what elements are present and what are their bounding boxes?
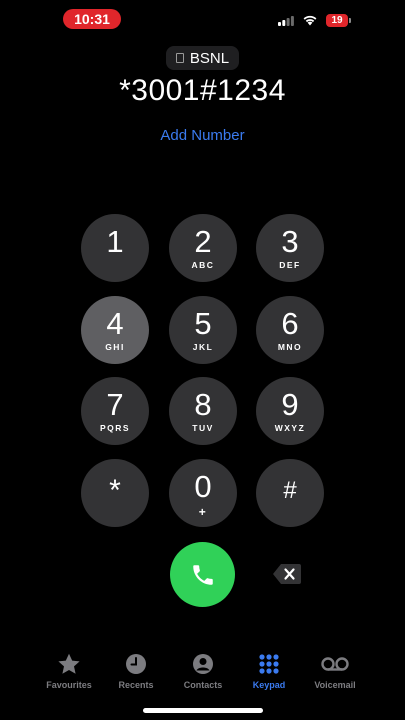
status-icons: 19	[278, 12, 351, 28]
key-letters: GHI	[105, 342, 125, 352]
key-letters: JKL	[192, 342, 214, 352]
tab-favourites[interactable]: Favourites	[34, 653, 104, 690]
key-2[interactable]: 2 ABC	[169, 214, 237, 282]
key-digit: 7	[106, 387, 124, 422]
battery-level: 19	[331, 14, 343, 26]
key-letters: WXYZ	[274, 423, 306, 433]
key-1[interactable]: 1	[81, 214, 149, 282]
key-digit: 2	[194, 224, 212, 259]
key-letters: DEF	[279, 260, 301, 270]
key-digit: 9	[281, 387, 299, 422]
voicemail-icon	[321, 657, 349, 671]
tab-label: Keypad	[252, 680, 286, 690]
key-digit: 5	[194, 306, 212, 341]
tab-keypad[interactable]: Keypad	[234, 653, 304, 690]
backspace-icon	[273, 564, 301, 584]
add-number-link[interactable]: Add Number	[0, 127, 405, 144]
key-letters: PQRS	[99, 423, 131, 433]
wifi-icon	[303, 15, 317, 26]
carrier-selector[interactable]: BSNL	[166, 46, 239, 70]
status-time: 10:31	[63, 9, 121, 29]
key-9[interactable]: 9 WXYZ	[256, 377, 324, 445]
tab-label: Favourites	[46, 680, 92, 690]
key-8[interactable]: 8 TUV	[169, 377, 237, 445]
tab-label: Recents	[118, 680, 154, 690]
call-button[interactable]	[170, 542, 235, 607]
battery-icon: 19	[326, 13, 351, 27]
key-hash[interactable]: #	[256, 459, 324, 527]
key-digit: 6	[281, 306, 299, 341]
tab-recents[interactable]: Recents	[101, 653, 171, 690]
key-digit: 0	[194, 469, 212, 504]
tab-contacts[interactable]: Contacts	[168, 653, 238, 690]
key-letters: +	[198, 505, 208, 519]
clock-icon	[126, 654, 146, 674]
key-5[interactable]: 5 JKL	[169, 296, 237, 364]
sim-card-icon	[175, 53, 184, 63]
key-4[interactable]: 4 GHI	[81, 296, 149, 364]
key-digit: 1	[106, 224, 124, 259]
key-digit: 4	[106, 306, 124, 341]
phone-icon	[192, 564, 213, 585]
key-digit: #	[283, 476, 297, 504]
key-6[interactable]: 6 MNO	[256, 296, 324, 364]
key-7[interactable]: 7 PQRS	[81, 377, 149, 445]
key-star[interactable]: *	[81, 459, 149, 527]
cellular-signal-icon	[278, 15, 294, 26]
key-letters: MNO	[277, 342, 303, 352]
home-indicator[interactable]	[143, 708, 263, 713]
delete-button[interactable]	[272, 563, 302, 585]
key-letters: ABC	[191, 260, 215, 270]
tab-label: Contacts	[183, 680, 223, 690]
person-circle-icon	[193, 654, 213, 674]
dialed-number: *3001#1234	[119, 74, 286, 107]
key-digit: 3	[281, 224, 299, 259]
keypad-grid-icon	[259, 654, 279, 674]
star-icon	[58, 653, 80, 674]
key-digit: 8	[194, 387, 212, 422]
key-3[interactable]: 3 DEF	[256, 214, 324, 282]
key-digit: *	[109, 473, 121, 507]
tab-label: Voicemail	[314, 680, 356, 690]
key-0[interactable]: 0 +	[169, 459, 237, 527]
key-letters: TUV	[192, 423, 214, 433]
tab-voicemail[interactable]: Voicemail	[300, 653, 370, 690]
carrier-label: BSNL	[189, 49, 230, 67]
